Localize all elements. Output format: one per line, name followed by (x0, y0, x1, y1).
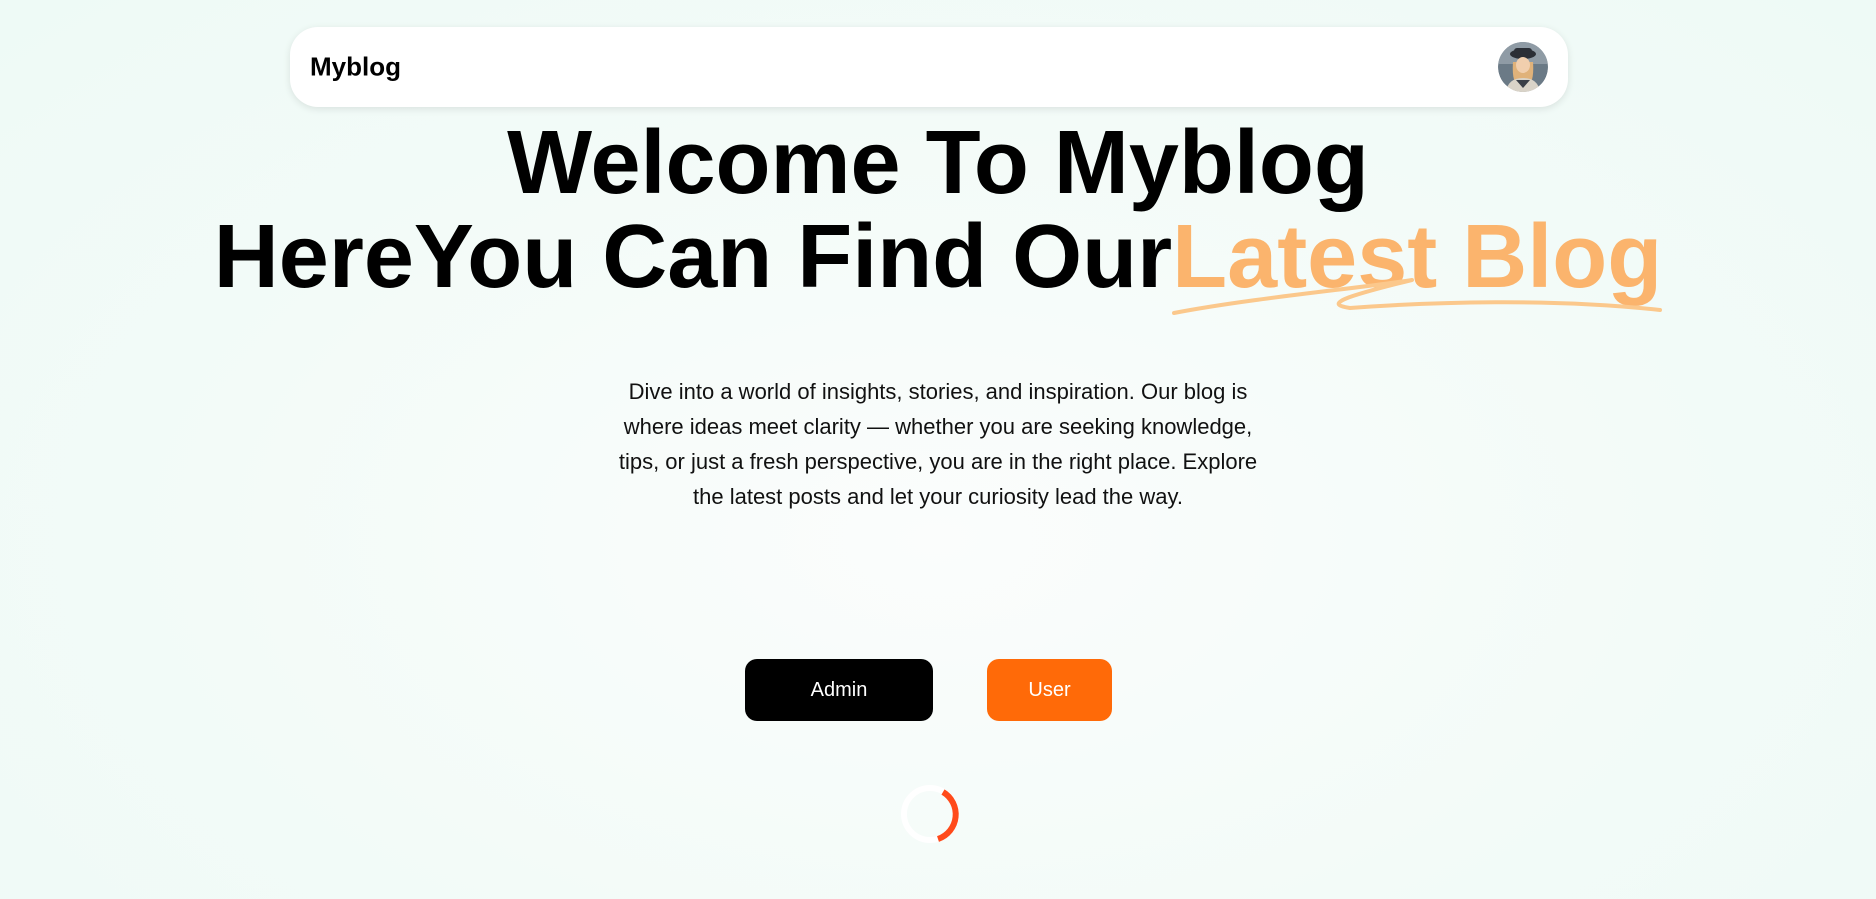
hero-title-line-2-prefix: HereYou Can Find Our (213, 207, 1173, 307)
hero-description: Dive into a world of insights, stories, … (618, 379, 1258, 509)
highlight-wrap: Latest Blog (1172, 207, 1663, 315)
user-button[interactable]: User (987, 659, 1112, 721)
user-avatar-icon[interactable] (1498, 42, 1548, 92)
hero-title-line-2: HereYou Can Find OurLatest Blog (0, 207, 1876, 315)
loading-spinner-icon (900, 784, 960, 844)
hero-title-highlight: Latest Blog (1172, 207, 1663, 307)
brand-logo[interactable]: Myblog (310, 52, 401, 83)
hero-title: Welcome To Myblog HereYou Can Find OurLa… (0, 113, 1876, 315)
navbar: Myblog (290, 27, 1568, 107)
hero-title-line-1: Welcome To Myblog (507, 113, 1369, 213)
admin-button[interactable]: Admin (745, 659, 933, 721)
